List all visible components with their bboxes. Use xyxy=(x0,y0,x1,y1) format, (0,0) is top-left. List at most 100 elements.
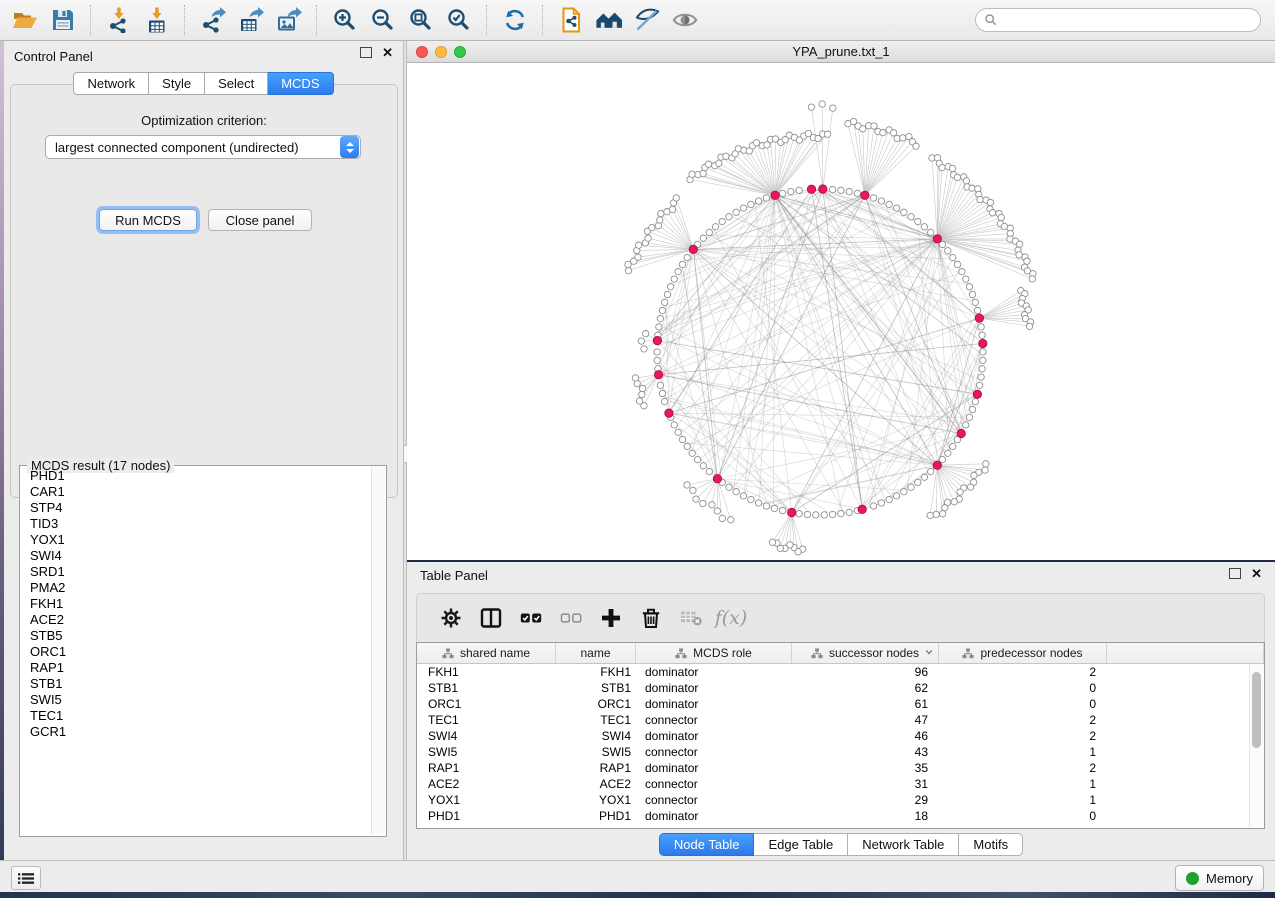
network-node[interactable] xyxy=(829,186,835,192)
mcds-hub-node[interactable] xyxy=(771,191,779,199)
network-node[interactable] xyxy=(675,429,681,435)
mcds-result-item[interactable]: SWI4 xyxy=(21,548,372,564)
network-node[interactable] xyxy=(928,229,934,235)
network-canvas[interactable] xyxy=(407,63,1275,560)
network-node[interactable] xyxy=(969,291,975,297)
network-node[interactable] xyxy=(719,515,725,521)
network-node[interactable] xyxy=(664,291,670,297)
add-column-button[interactable] xyxy=(591,601,631,635)
network-node[interactable] xyxy=(933,511,939,517)
mcds-hub-node[interactable] xyxy=(973,390,981,398)
network-node[interactable] xyxy=(939,511,945,517)
network-node[interactable] xyxy=(700,500,706,506)
network-node[interactable] xyxy=(886,496,892,502)
mcds-hub-node[interactable] xyxy=(975,314,983,322)
network-node[interactable] xyxy=(838,187,844,193)
network-node[interactable] xyxy=(1024,258,1030,264)
network-node[interactable] xyxy=(638,338,644,344)
network-window-titlebar[interactable]: YPA_prune.txt_1 xyxy=(407,41,1275,63)
network-node[interactable] xyxy=(950,443,956,449)
network-node[interactable] xyxy=(684,254,690,260)
delete-column-button[interactable] xyxy=(631,601,671,635)
mcds-hub-node[interactable] xyxy=(858,505,866,513)
network-node[interactable] xyxy=(878,198,884,204)
export-network-button[interactable] xyxy=(196,3,230,37)
network-node[interactable] xyxy=(989,210,995,216)
network-node[interactable] xyxy=(649,224,655,230)
network-node[interactable] xyxy=(979,366,985,372)
network-node[interactable] xyxy=(700,235,706,241)
network-node[interactable] xyxy=(978,374,984,380)
network-node[interactable] xyxy=(657,316,663,322)
tab-style[interactable]: Style xyxy=(149,72,205,95)
network-node[interactable] xyxy=(639,391,645,397)
network-node[interactable] xyxy=(1016,241,1022,247)
network-node[interactable] xyxy=(974,307,980,313)
network-node[interactable] xyxy=(662,299,668,305)
network-node[interactable] xyxy=(854,190,860,196)
network-node[interactable] xyxy=(804,511,810,517)
network-node[interactable] xyxy=(632,375,638,381)
export-table-button[interactable] xyxy=(234,3,268,37)
network-node[interactable] xyxy=(671,422,677,428)
mcds-hub-node[interactable] xyxy=(957,429,965,437)
mcds-result-item[interactable]: PHD1 xyxy=(21,468,372,484)
show-panels-button[interactable] xyxy=(11,866,41,890)
result-list-scrollbar[interactable] xyxy=(371,467,385,835)
network-node[interactable] xyxy=(788,188,794,194)
network-node[interactable] xyxy=(705,161,711,167)
table-row[interactable]: TEC1TEC1connector472 xyxy=(417,712,1264,728)
mcds-result-item[interactable]: STP4 xyxy=(21,500,372,516)
tab-edge-table[interactable]: Edge Table xyxy=(754,833,848,856)
network-node[interactable] xyxy=(679,436,685,442)
zoom-in-button[interactable] xyxy=(328,3,362,37)
network-node[interactable] xyxy=(977,196,983,202)
network-node[interactable] xyxy=(662,398,668,404)
network-node[interactable] xyxy=(693,496,699,502)
mcds-result-item[interactable]: GCR1 xyxy=(21,724,372,740)
network-node[interactable] xyxy=(763,195,769,201)
mcds-result-item[interactable]: RAP1 xyxy=(21,660,372,676)
network-node[interactable] xyxy=(657,217,663,223)
network-node[interactable] xyxy=(880,130,886,136)
open-file-button[interactable] xyxy=(8,3,42,37)
network-node[interactable] xyxy=(927,512,933,518)
network-node[interactable] xyxy=(641,346,647,352)
search-input[interactable] xyxy=(998,10,1260,30)
network-node[interactable] xyxy=(983,461,989,467)
import-table-button[interactable] xyxy=(140,3,174,37)
network-node[interactable] xyxy=(900,135,906,141)
network-node[interactable] xyxy=(700,170,706,176)
network-node[interactable] xyxy=(963,422,969,428)
split-view-button[interactable] xyxy=(471,601,511,635)
mcds-hub-node[interactable] xyxy=(807,185,815,193)
network-node[interactable] xyxy=(706,468,712,474)
network-node[interactable] xyxy=(658,210,664,216)
network-node[interactable] xyxy=(748,496,754,502)
table-row[interactable]: RAP1RAP1dominator352 xyxy=(417,760,1264,776)
network-node[interactable] xyxy=(959,269,965,275)
table-scrollbar-thumb[interactable] xyxy=(1252,672,1261,748)
mcds-hub-node[interactable] xyxy=(713,475,721,483)
network-node[interactable] xyxy=(728,517,734,523)
network-node[interactable] xyxy=(740,493,746,499)
network-node[interactable] xyxy=(659,307,665,313)
run-mcds-button[interactable]: Run MCDS xyxy=(99,209,197,231)
network-node[interactable] xyxy=(1026,323,1032,329)
column-header-name[interactable]: name xyxy=(556,643,636,663)
mcds-hub-node[interactable] xyxy=(933,461,941,469)
column-header-MCDS-role[interactable]: MCDS role xyxy=(636,643,792,663)
network-node[interactable] xyxy=(1016,252,1022,258)
network-node[interactable] xyxy=(886,201,892,207)
network-node[interactable] xyxy=(978,324,984,330)
network-node[interactable] xyxy=(819,101,825,107)
optimization-criterion-select[interactable]: largest connected component (undirected) xyxy=(45,135,361,159)
network-node[interactable] xyxy=(980,349,986,355)
network-node[interactable] xyxy=(954,174,960,180)
network-node[interactable] xyxy=(871,123,877,129)
import-network-button[interactable] xyxy=(102,3,136,37)
network-node[interactable] xyxy=(755,500,761,506)
table-row[interactable]: SWI4SWI4dominator462 xyxy=(417,728,1264,744)
show-graphics-button[interactable] xyxy=(668,3,702,37)
network-node[interactable] xyxy=(893,493,899,499)
